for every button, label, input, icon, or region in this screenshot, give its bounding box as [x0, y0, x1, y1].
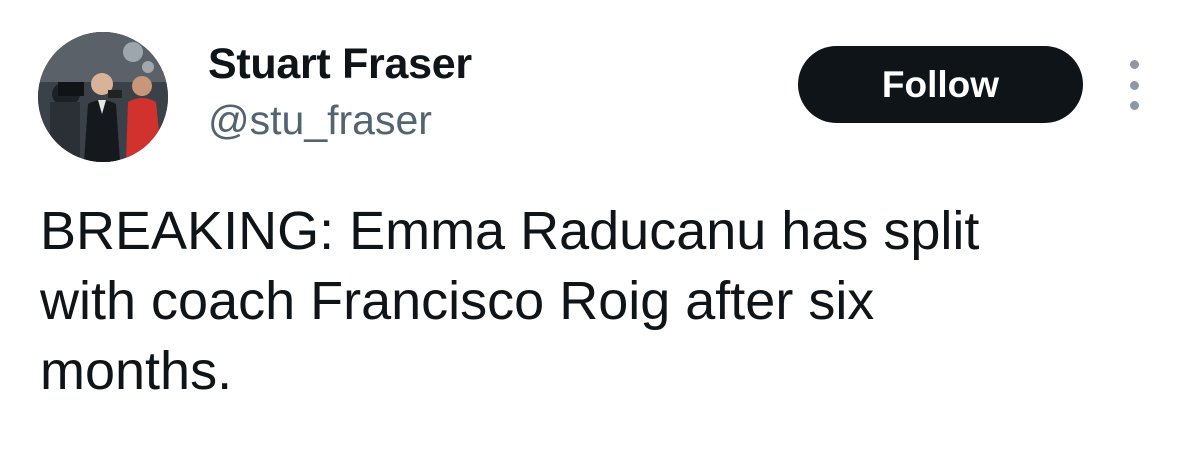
author-identity: Stuart Fraser @stu_fraser: [208, 40, 472, 143]
tweet-text: BREAKING: Emma Raducanu has split with c…: [40, 201, 980, 401]
author-display-name[interactable]: Stuart Fraser: [208, 40, 472, 88]
more-dot: [1129, 60, 1139, 69]
more-dot: [1129, 101, 1139, 110]
more-options-icon[interactable]: [1118, 60, 1150, 110]
author-handle[interactable]: @stu_fraser: [208, 97, 472, 143]
author-avatar[interactable]: [38, 32, 168, 162]
more-dot: [1129, 80, 1139, 90]
follow-button[interactable]: Follow: [798, 46, 1083, 123]
tweet-card: Stuart Fraser @stu_fraser Follow BREAKIN…: [0, 0, 1200, 465]
profile-photo-icon: [38, 32, 168, 162]
